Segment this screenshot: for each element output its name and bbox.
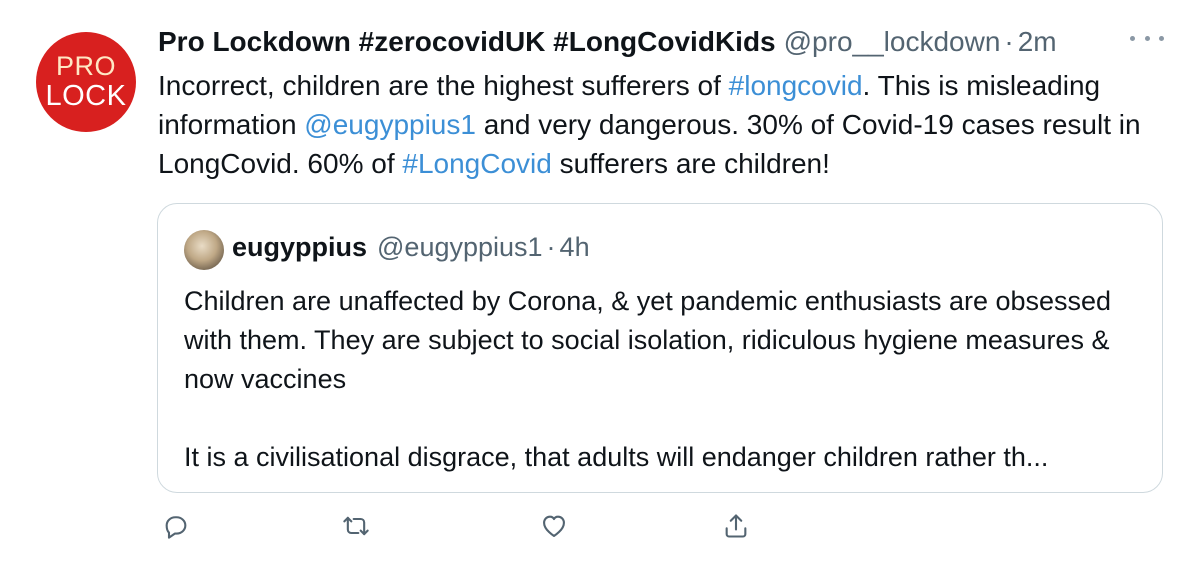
timestamp[interactable]: 2m bbox=[1018, 26, 1057, 58]
quoted-timestamp[interactable]: 4h bbox=[560, 232, 590, 263]
quoted-tweet[interactable]: eugyppius @eugyppius1 · 4h Children are … bbox=[157, 203, 1163, 493]
avatar[interactable]: PRO LOCK bbox=[36, 32, 136, 132]
action-bar bbox=[158, 508, 758, 548]
user-handle[interactable]: @pro__lockdown bbox=[784, 26, 1001, 58]
quoted-paragraph: Children are unaffected by Corona, & yet… bbox=[184, 286, 1112, 394]
quoted-display-name[interactable]: eugyppius bbox=[232, 232, 367, 263]
quoted-avatar[interactable] bbox=[184, 230, 224, 270]
display-name[interactable]: Pro Lockdown #zerocovidUK #LongCovidKids bbox=[158, 26, 776, 58]
hashtag-link[interactable]: #LongCovid bbox=[402, 148, 551, 179]
mention-link[interactable]: @eugyppius1 bbox=[304, 109, 476, 140]
reply-icon bbox=[165, 516, 187, 539]
tweet-header: Pro Lockdown #zerocovidUK #LongCovidKids… bbox=[158, 26, 1138, 64]
quoted-paragraph: It is a civilisational disgrace, that ad… bbox=[184, 442, 1049, 472]
quoted-text: Children are unaffected by Corona, & yet… bbox=[184, 282, 1144, 477]
avatar-text-line1: PRO bbox=[55, 51, 116, 81]
heart-icon bbox=[543, 515, 565, 537]
separator-dot: · bbox=[546, 232, 556, 262]
more-dot bbox=[1159, 35, 1164, 41]
retweet-icon bbox=[343, 516, 369, 536]
retweet-button[interactable] bbox=[338, 508, 374, 544]
tweet-text-segment: sufferers are children! bbox=[551, 148, 830, 179]
reply-button[interactable] bbox=[158, 508, 194, 544]
more-options-icon[interactable] bbox=[1130, 28, 1164, 48]
like-button[interactable] bbox=[536, 508, 572, 544]
avatar-text-line2: LOCK bbox=[45, 80, 127, 112]
tweet-text: Incorrect, children are the highest suff… bbox=[158, 66, 1168, 183]
more-dot bbox=[1130, 35, 1135, 41]
tweet[interactable]: PRO LOCK Pro Lockdown #zerocovidUK #Long… bbox=[0, 0, 1200, 565]
hashtag-link[interactable]: #longcovid bbox=[729, 70, 863, 101]
tweet-text-segment: Incorrect, children are the highest suff… bbox=[158, 70, 729, 101]
quoted-header: eugyppius @eugyppius1 · 4h bbox=[232, 232, 590, 263]
share-button[interactable] bbox=[718, 508, 754, 544]
more-dot bbox=[1144, 35, 1150, 41]
quoted-handle[interactable]: @eugyppius1 bbox=[377, 232, 543, 263]
share-icon bbox=[725, 514, 747, 538]
separator-dot: · bbox=[1004, 26, 1014, 57]
